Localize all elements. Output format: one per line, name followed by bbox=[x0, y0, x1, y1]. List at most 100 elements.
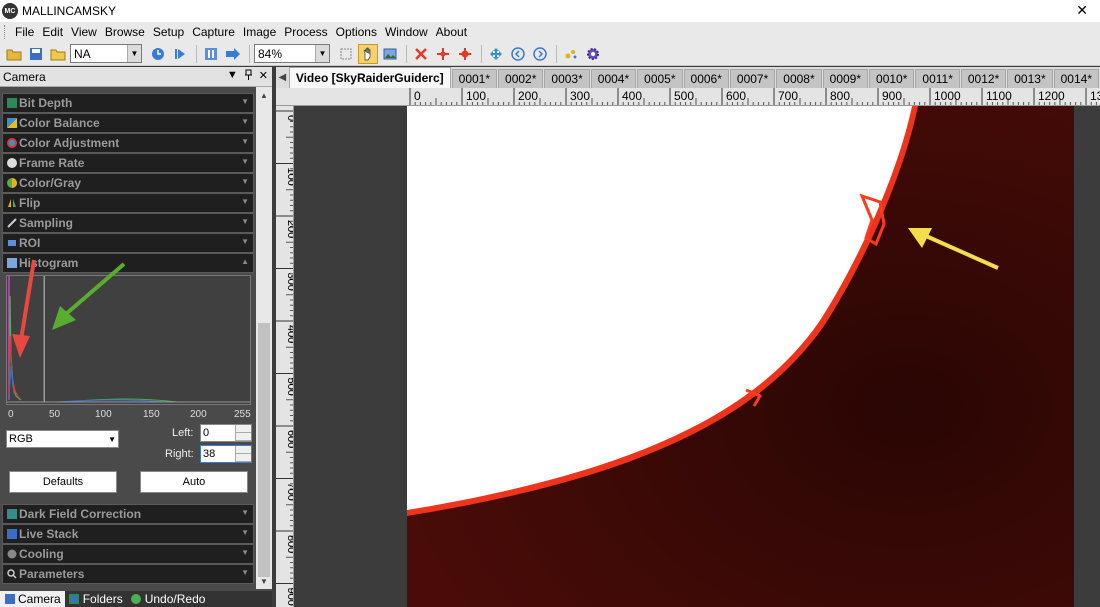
section-color-balance[interactable]: Color Balance ▼ bbox=[2, 113, 254, 133]
section-live-stack[interactable]: Live Stack ▼ bbox=[2, 524, 254, 544]
tab-folders[interactable]: Folders bbox=[65, 591, 127, 607]
section-color-adjustment[interactable]: Color Adjustment ▼ bbox=[2, 133, 254, 153]
annotation-arrow-green bbox=[52, 262, 126, 330]
section-parameters[interactable]: Parameters ▼ bbox=[2, 564, 254, 584]
tab-frame[interactable]: 0009* bbox=[822, 69, 869, 88]
ruler-label: 1200 bbox=[1038, 89, 1065, 103]
left-value-input[interactable]: 0 bbox=[200, 424, 252, 442]
section-frame-rate[interactable]: Frame Rate ▼ bbox=[2, 153, 254, 173]
chevron-down-icon: ▼ bbox=[241, 177, 249, 186]
tab-frame[interactable]: 0006* bbox=[683, 69, 729, 88]
scroll-down-icon[interactable]: ▼ bbox=[256, 573, 272, 589]
settings-gear-icon[interactable] bbox=[583, 44, 603, 64]
menu-process[interactable]: Process bbox=[280, 25, 331, 39]
camera-select[interactable]: NA ▼ bbox=[70, 44, 142, 63]
image-view-icon[interactable] bbox=[380, 44, 400, 64]
tab-frame[interactable]: 0004* bbox=[590, 69, 637, 88]
menu-setup[interactable]: Setup bbox=[149, 25, 188, 39]
toolbar: NA ▼ 84% ▼ bbox=[0, 42, 1100, 66]
crosshair-star-icon[interactable] bbox=[455, 44, 475, 64]
clock-icon[interactable] bbox=[148, 44, 168, 64]
menu-window[interactable]: Window bbox=[381, 25, 432, 39]
parameters-icon bbox=[6, 569, 17, 580]
delete-x-icon[interactable] bbox=[411, 44, 431, 64]
channel-select[interactable]: RGB ▼ bbox=[6, 430, 119, 448]
ruler-label: 1000 bbox=[934, 89, 961, 103]
tab-frame[interactable]: 0005* bbox=[637, 69, 683, 88]
section-cooling[interactable]: Cooling ▼ bbox=[2, 544, 254, 564]
section-bit-depth[interactable]: Bit Depth ▼ bbox=[2, 93, 254, 113]
tab-frame[interactable]: 0007* bbox=[729, 69, 776, 88]
ruler-label: 400 bbox=[285, 325, 294, 343]
menu-options[interactable]: Options bbox=[332, 25, 381, 39]
frame-rate-icon bbox=[6, 158, 17, 169]
panel-menu-icon[interactable]: ▼ bbox=[227, 69, 238, 83]
hand-pan-icon[interactable] bbox=[358, 43, 378, 64]
menu-about[interactable]: About bbox=[432, 25, 471, 39]
section-label: Bit Depth bbox=[19, 96, 73, 110]
image-canvas[interactable] bbox=[294, 106, 1100, 607]
tab-frame[interactable]: 0013* bbox=[1007, 69, 1053, 88]
defaults-button[interactable]: Defaults bbox=[9, 471, 117, 493]
menu-grip bbox=[4, 25, 7, 39]
close-icon[interactable]: ✕ bbox=[259, 69, 268, 83]
open-file-icon[interactable] bbox=[48, 44, 68, 64]
chevron-up-icon: ▲ bbox=[241, 257, 249, 266]
right-spin-buttons[interactable] bbox=[235, 446, 251, 462]
select-region-icon[interactable] bbox=[336, 44, 356, 64]
tab-frame[interactable]: 0003* bbox=[544, 69, 590, 88]
scroll-thumb[interactable] bbox=[258, 323, 270, 577]
tab-frame[interactable]: 0001* bbox=[451, 69, 498, 88]
section-sampling[interactable]: Sampling ▼ bbox=[2, 213, 254, 233]
ruler-label: 0 bbox=[285, 115, 294, 121]
tab-frame[interactable]: 0011* bbox=[915, 69, 960, 88]
crosshair-red-icon[interactable] bbox=[433, 44, 453, 64]
left-label: Left: bbox=[172, 427, 194, 439]
axis-tick: 150 bbox=[143, 409, 160, 420]
auto-button[interactable]: Auto bbox=[140, 471, 248, 493]
back-circle-icon[interactable] bbox=[508, 44, 528, 64]
zoom-select[interactable]: 84% ▼ bbox=[254, 44, 330, 63]
right-value: 38 bbox=[203, 448, 216, 460]
tab-frame[interactable]: 0008* bbox=[776, 69, 822, 88]
panel-scrollbar[interactable]: ▲ ▼ bbox=[256, 87, 272, 589]
tab-undo-redo[interactable]: Undo/Redo bbox=[127, 591, 210, 607]
tab-frame[interactable]: 0010* bbox=[869, 69, 915, 88]
section-dark-field-correction[interactable]: Dark Field Correction ▼ bbox=[2, 504, 254, 524]
ruler-label: 600 bbox=[726, 89, 746, 103]
chevron-down-icon: ▼ bbox=[241, 157, 249, 166]
menu-capture[interactable]: Capture bbox=[188, 25, 239, 39]
flip-icon bbox=[6, 198, 17, 209]
tab-camera[interactable]: Camera bbox=[0, 591, 65, 607]
menu-image[interactable]: Image bbox=[239, 25, 280, 39]
forward-circle-icon[interactable] bbox=[530, 44, 550, 64]
section-color-gray[interactable]: Color/Gray ▼ bbox=[2, 173, 254, 193]
pin-icon[interactable] bbox=[244, 69, 253, 83]
menu-browse[interactable]: Browse bbox=[101, 25, 149, 39]
stars-icon[interactable] bbox=[561, 44, 581, 64]
move-arrows-icon[interactable] bbox=[486, 44, 506, 64]
scroll-up-icon[interactable]: ▲ bbox=[256, 87, 272, 103]
save-icon[interactable] bbox=[26, 44, 46, 64]
tabs-scroll-left-icon[interactable]: ◀ bbox=[276, 67, 289, 88]
bit-depth-icon bbox=[6, 98, 17, 109]
left-spin-buttons[interactable] bbox=[235, 425, 251, 441]
menu-file[interactable]: File bbox=[11, 25, 38, 39]
section-label: Color Adjustment bbox=[19, 136, 120, 150]
section-label: Color Balance bbox=[19, 116, 100, 130]
play-icon[interactable] bbox=[170, 44, 190, 64]
ruler-label: 100 bbox=[466, 89, 486, 103]
menu-view[interactable]: View bbox=[67, 25, 101, 39]
menu-edit[interactable]: Edit bbox=[38, 25, 67, 39]
tab-video[interactable]: Video [SkyRaiderGuiderc] bbox=[288, 67, 451, 88]
right-value-input[interactable]: 38 bbox=[200, 445, 252, 463]
tab-frame[interactable]: 0002* bbox=[498, 69, 544, 88]
tab-frame[interactable]: 0012* bbox=[960, 69, 1007, 88]
pause-icon[interactable] bbox=[201, 44, 221, 64]
record-forward-icon[interactable] bbox=[223, 44, 243, 64]
section-label: Dark Field Correction bbox=[19, 507, 142, 521]
close-window-button[interactable]: ✕ bbox=[1076, 2, 1088, 19]
section-flip[interactable]: Flip ▼ bbox=[2, 193, 254, 213]
tab-frame[interactable]: 0014* bbox=[1053, 69, 1099, 88]
open-folder-icon[interactable] bbox=[4, 44, 24, 64]
